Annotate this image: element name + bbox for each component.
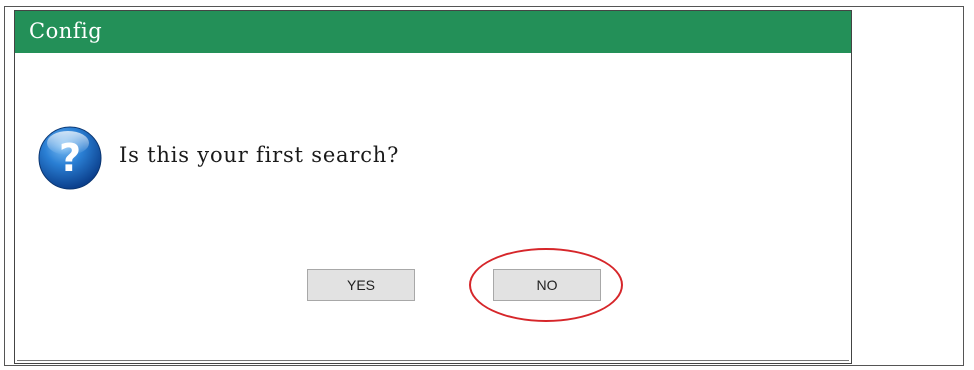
dialog-bottom-divider xyxy=(17,360,849,361)
svg-text:?: ? xyxy=(59,136,81,180)
dialog-message: Is this your first search? xyxy=(119,143,400,167)
yes-button[interactable]: YES xyxy=(307,269,415,301)
screenshot-page: Config ? Is this your first search? YES … xyxy=(0,0,974,370)
dialog-title: Config xyxy=(29,19,103,43)
config-dialog: Config ? Is this your first search? YES … xyxy=(14,10,852,364)
no-button[interactable]: NO xyxy=(493,269,601,301)
question-icon: ? xyxy=(38,126,102,190)
dialog-titlebar[interactable]: Config xyxy=(15,11,851,53)
